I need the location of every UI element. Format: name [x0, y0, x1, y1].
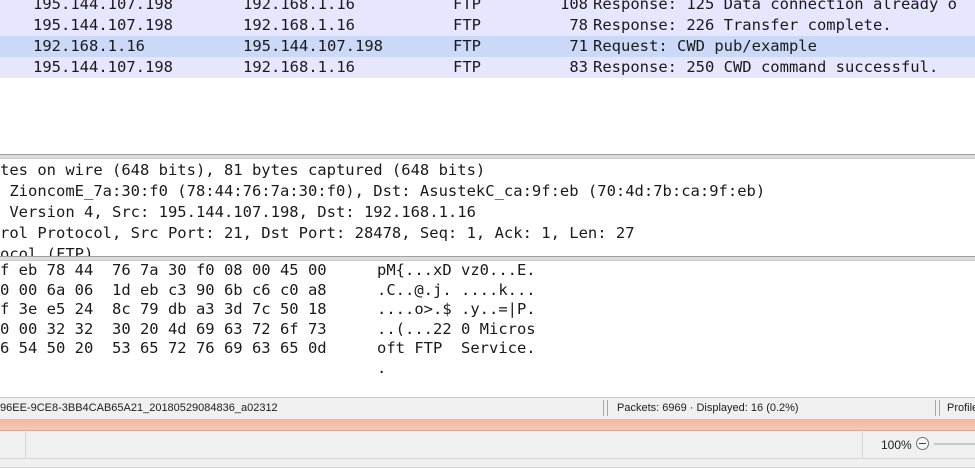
- bottom-separator: [862, 431, 863, 458]
- bytes-ascii: ....o>.$ .y..=|P.: [377, 300, 536, 318]
- bottom-separator: [25, 431, 26, 458]
- bytes-ascii: .C..@.j. ....k...: [377, 280, 536, 299]
- packet-destination: 195.144.107.198: [243, 37, 383, 55]
- packet-row[interactable]: 195.144.107.198 192.168.1.16 FTP 78 Resp…: [0, 15, 975, 36]
- packet-row[interactable]: 195.144.107.198 192.168.1.16 FTP 108 Res…: [0, 0, 975, 15]
- status-bar: 96EE-9CE8-3BB4CAB65A21_20180529084836_a0…: [0, 397, 975, 419]
- status-separator: [607, 400, 608, 416]
- packet-length: 71: [569, 37, 588, 55]
- packet-row-selected[interactable]: 192.168.1.16 195.144.107.198 FTP 71 Requ…: [0, 36, 975, 57]
- bytes-ascii: pM{...xD vz0...E.: [377, 261, 536, 279]
- packet-info: Request: CWD pub/example: [593, 37, 817, 55]
- packet-source: 195.144.107.198: [33, 0, 173, 13]
- status-separator: [603, 400, 604, 416]
- packet-info: Response: 226 Transfer complete.: [593, 16, 892, 34]
- bytes-ascii: oft FTP Service.: [377, 339, 536, 357]
- status-separator: [935, 400, 936, 416]
- detail-ethernet[interactable]: ZioncomE_7a:30:f0 (78:44:76:7a:30:f0), D…: [0, 181, 765, 202]
- packet-source: 195.144.107.198: [33, 58, 173, 76]
- detail-frame[interactable]: tes on wire (648 bits), 81 bytes capture…: [0, 160, 485, 181]
- zoom-slider[interactable]: [934, 443, 975, 445]
- packet-destination: 192.168.1.16: [243, 0, 355, 13]
- packet-length: 83: [569, 58, 588, 76]
- packet-protocol: FTP: [453, 58, 481, 76]
- packet-protocol: FTP: [453, 16, 481, 34]
- status-profile[interactable]: Profile: [947, 402, 975, 414]
- detail-ftp[interactable]: ocol (FTP): [0, 244, 93, 256]
- bottom-status-bar: 100%: [0, 431, 975, 468]
- packet-protocol: FTP: [453, 37, 481, 55]
- bytes-ascii: ..(...22 0 Micros: [377, 319, 536, 338]
- detail-tcp[interactable]: rol Protocol, Src Port: 21, Dst Port: 28…: [0, 223, 635, 244]
- zoom-level: 100%: [881, 438, 912, 452]
- packet-info: Response: 250 CWD command successful.: [593, 58, 939, 76]
- bottom-divider: [0, 458, 975, 459]
- bytes-hex: 0 00 6a 06 1d eb c3 90 6b c6 c0 a8: [0, 280, 327, 299]
- status-capture-file[interactable]: 96EE-9CE8-3BB4CAB65A21_20180529084836_a0…: [0, 402, 278, 414]
- bytes-hex: f 3e e5 24 8c 79 db a3 3d 7c 50 18: [0, 300, 327, 318]
- packet-details-pane[interactable]: tes on wire (648 bits), 81 bytes capture…: [0, 159, 975, 256]
- status-packets: Packets: 6969 · Displayed: 16 (0.2%): [617, 402, 799, 414]
- packet-source: 192.168.1.16: [33, 37, 145, 55]
- packet-destination: 192.168.1.16: [243, 16, 355, 34]
- bytes-hex: f eb 78 44 76 7a 30 f0 08 00 45 00: [0, 261, 327, 279]
- packet-protocol: FTP: [453, 0, 481, 13]
- packet-info: Response: 125 Data connection already o: [593, 0, 957, 13]
- status-separator: [939, 400, 940, 416]
- zoom-out-icon[interactable]: [916, 437, 929, 450]
- bytes-hex: 6 54 50 20 53 65 72 76 69 63 65 0d: [0, 339, 327, 357]
- packet-row[interactable]: 195.144.107.198 192.168.1.16 FTP 83 Resp…: [0, 57, 975, 78]
- packet-list[interactable]: 195.144.107.198 192.168.1.16 FTP 108 Res…: [0, 0, 975, 154]
- packet-destination: 192.168.1.16: [243, 58, 355, 76]
- bytes-hex: 0 00 32 32 30 20 4d 69 63 72 6f 73: [0, 319, 327, 338]
- detail-ip[interactable]: Version 4, Src: 195.144.107.198, Dst: 19…: [0, 202, 476, 223]
- bytes-ascii: .: [377, 358, 387, 377]
- packet-length: 78: [569, 16, 588, 34]
- window-border: [0, 419, 975, 431]
- packet-bytes-pane[interactable]: f eb 78 44 76 7a 30 f0 08 00 45 00 pM{..…: [0, 261, 975, 397]
- packet-source: 195.144.107.198: [33, 16, 173, 34]
- packet-length: 108: [560, 0, 588, 13]
